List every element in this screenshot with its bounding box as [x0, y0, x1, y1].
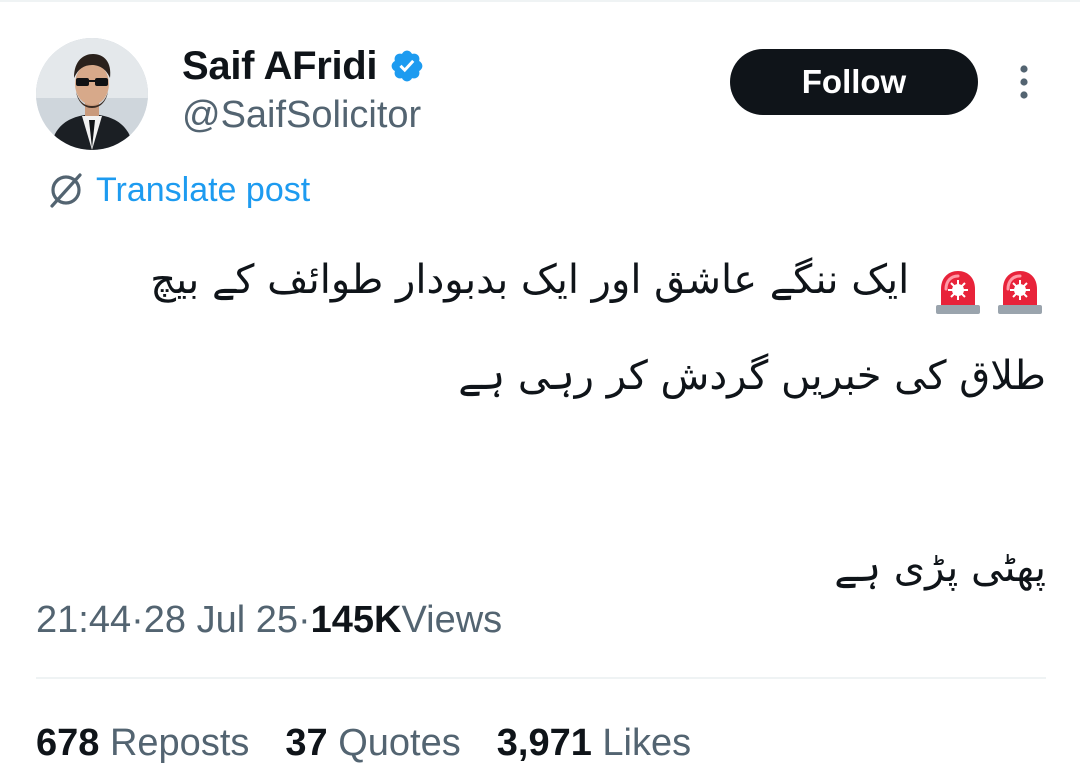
quotes-label: Quotes	[338, 721, 461, 764]
likes-count: 3,971	[496, 721, 592, 764]
post-text: ایک ننگے عاشق اور ایک بدبودار طوائف کے ب…	[36, 232, 1046, 616]
follow-button[interactable]: Follow	[730, 49, 978, 115]
siren-emoji-icon	[932, 256, 984, 314]
likes-stat[interactable]: 3,971 Likes	[497, 722, 691, 765]
post-time[interactable]: 21:44	[36, 599, 131, 642]
meta-separator: ·	[297, 598, 311, 641]
author-display-name[interactable]: Saif AFridi	[182, 44, 378, 89]
siren-emoji-icon	[994, 256, 1046, 314]
likes-label: Likes	[602, 721, 692, 764]
views-label: Views	[401, 598, 503, 641]
post-line-2: طلاق کی خبریں گردش کر رہی ہے	[458, 353, 1046, 399]
top-divider	[0, 0, 1080, 2]
post-line-1: ایک ننگے عاشق اور ایک بدبودار طوائف کے ب…	[36, 232, 1046, 328]
globe-icon	[44, 169, 86, 211]
author-name-row[interactable]: Saif AFridi	[182, 40, 425, 92]
profile-photo-icon	[36, 38, 148, 150]
translate-post-link[interactable]: Translate post	[44, 168, 310, 212]
post-line-1-text: ایک ننگے عاشق اور ایک بدبودار طوائف کے ب…	[150, 257, 910, 303]
verified-badge-icon[interactable]	[389, 48, 425, 84]
reposts-count: 678	[36, 721, 100, 764]
author-handle[interactable]: @SaifSolicitor	[182, 94, 421, 137]
meta-separator: ·	[131, 598, 144, 641]
author-avatar[interactable]	[36, 38, 148, 150]
post-date[interactable]: 28 Jul 25	[144, 599, 298, 642]
reposts-stat[interactable]: 678 Reposts	[36, 722, 249, 765]
engagement-stats: 678 Reposts 37 Quotes 3,971 Likes	[36, 718, 727, 768]
stats-divider	[36, 677, 1046, 679]
vertical-ellipsis-icon[interactable]	[1010, 62, 1038, 102]
views-count: 145K	[310, 598, 402, 641]
reposts-label: Reposts	[109, 721, 250, 764]
post-meta: 21:44 · 28 Jul 25 · 145K Views	[36, 596, 502, 644]
quotes-count: 37	[285, 721, 328, 764]
post-line-blank	[36, 424, 1046, 520]
translate-post-label[interactable]: Translate post	[96, 171, 310, 210]
quotes-stat[interactable]: 37 Quotes	[285, 722, 460, 765]
